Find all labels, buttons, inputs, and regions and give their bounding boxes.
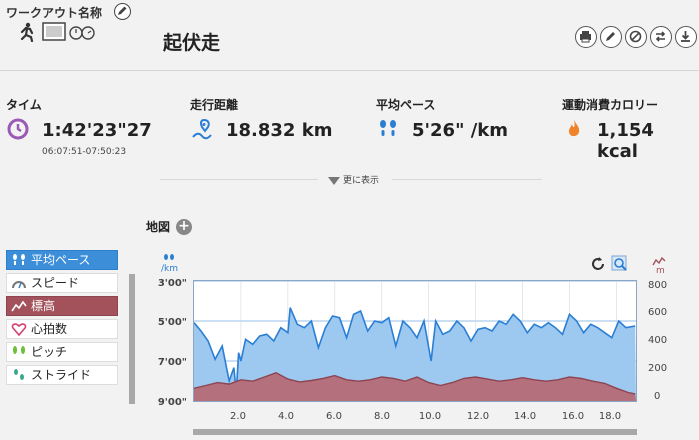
elevation-axis-unit-label: m	[656, 266, 665, 276]
swap-arrows-icon	[655, 31, 666, 42]
x-tick: 4.0	[278, 411, 294, 422]
metric-distance-value: 18.832 km	[226, 120, 333, 141]
legend-scrollbar[interactable]	[129, 274, 135, 404]
metric-calorie-value: 1,154 kcal	[597, 120, 654, 162]
elevation-axis-unit: m	[652, 256, 666, 276]
printer-icon	[580, 31, 591, 43]
y-tick-right: 0	[654, 391, 661, 402]
elevation-icon	[11, 300, 27, 312]
workout-title: 起伏走	[163, 32, 221, 54]
x-tick: 6.0	[326, 411, 342, 422]
chart-canvas	[193, 280, 636, 401]
stopwatch-icon[interactable]	[69, 26, 95, 40]
y-tick-right: 600	[648, 307, 668, 318]
workout-name-label: ワークアウト名称	[6, 6, 103, 20]
runner-icon[interactable]	[20, 22, 34, 43]
y-tick-left: 9'00"	[157, 397, 187, 408]
footprints-icon	[376, 117, 400, 141]
print-button[interactable]	[575, 26, 597, 48]
y-tick-left: 5'00"	[157, 317, 187, 328]
pace-axis-unit-label: /km	[161, 264, 179, 274]
pace-elevation-chart[interactable]	[193, 280, 637, 402]
legend-label: 心拍数	[31, 322, 68, 336]
y-tick-right: 400	[648, 335, 668, 346]
metric-time-label: タイム	[6, 98, 42, 112]
y-tick-left: 7'00"	[157, 357, 187, 368]
legend-label: ピッチ	[31, 345, 68, 359]
x-tick: 18.0	[598, 411, 622, 422]
metric-time-range: 06:07:51-07:50:23	[42, 147, 127, 157]
download-button[interactable]	[675, 26, 697, 48]
footprints-icon	[13, 346, 25, 354]
legend-label: 平均ペース	[31, 253, 91, 267]
legend-label: スピード	[31, 276, 80, 290]
no-entry-icon	[629, 30, 642, 43]
elevation-icon	[652, 256, 666, 266]
x-tick: 2.0	[230, 411, 246, 422]
flame-icon	[562, 117, 586, 141]
metric-pace-label: 平均ペース	[376, 98, 436, 112]
swap-button[interactable]	[650, 26, 672, 48]
delete-button[interactable]	[625, 26, 647, 48]
chart-horizontal-scrollbar[interactable]	[193, 429, 637, 435]
zoom-button[interactable]	[611, 255, 629, 273]
divider	[0, 70, 699, 71]
legend-item-heart-rate[interactable]: 心拍数	[6, 319, 118, 339]
caret-down-icon	[328, 176, 340, 185]
pace-axis-unit: /km	[161, 254, 178, 274]
zoom-icon	[611, 255, 627, 271]
legend-item-speed[interactable]: スピード	[6, 273, 118, 293]
film-icon[interactable]	[42, 22, 66, 41]
footprints-icon	[13, 254, 25, 265]
expand-map-plus-icon[interactable]: +	[176, 219, 192, 235]
footprints-icon	[164, 254, 174, 260]
metric-calorie-label: 運動消費カロリー	[562, 98, 659, 112]
x-tick: 8.0	[374, 411, 390, 422]
reset-zoom-button[interactable]	[589, 255, 607, 273]
y-tick-right: 800	[648, 280, 668, 291]
workout-type-icons	[18, 22, 98, 43]
y-tick-left: 3'00"	[157, 278, 187, 289]
x-tick: 10.0	[418, 411, 442, 422]
legend-item-pitch[interactable]: ピッチ	[6, 342, 118, 362]
legend-item-elevation[interactable]: 標高	[6, 296, 118, 316]
legend-item-stride[interactable]: ストライド	[6, 365, 118, 385]
x-tick: 14.0	[513, 411, 537, 422]
y-tick-right: 200	[648, 363, 668, 374]
route-pin-icon	[190, 117, 214, 141]
x-tick: 16.0	[561, 411, 585, 422]
legend-item-pace[interactable]: 平均ペース	[6, 250, 118, 270]
edit-button[interactable]	[600, 26, 622, 48]
edit-name-pencil-icon[interactable]	[114, 3, 131, 20]
download-icon	[681, 31, 690, 42]
pencil-icon	[606, 32, 615, 41]
show-more-label: 更に表示	[343, 176, 380, 186]
clock-icon	[6, 117, 30, 141]
legend-label: ストライド	[31, 368, 92, 382]
metric-pace-value: 5'26" /km	[412, 120, 509, 141]
legend-label: 標高	[31, 299, 56, 313]
more-divider-right	[392, 179, 542, 180]
refresh-icon	[592, 257, 604, 270]
toolbar	[575, 26, 699, 48]
metric-time-value: 1:42'23"27	[42, 120, 152, 141]
speedometer-icon	[12, 281, 26, 289]
more-divider-left	[160, 179, 318, 180]
heart-icon	[11, 323, 27, 336]
metric-distance-label: 走行距離	[190, 98, 239, 112]
workout-header: ワークアウト名称 起伏走	[0, 0, 699, 68]
x-tick: 12.0	[466, 411, 490, 422]
map-label: 地図	[146, 220, 171, 234]
stride-icon	[14, 369, 24, 380]
show-more-button[interactable]: 更に表示	[328, 173, 379, 186]
